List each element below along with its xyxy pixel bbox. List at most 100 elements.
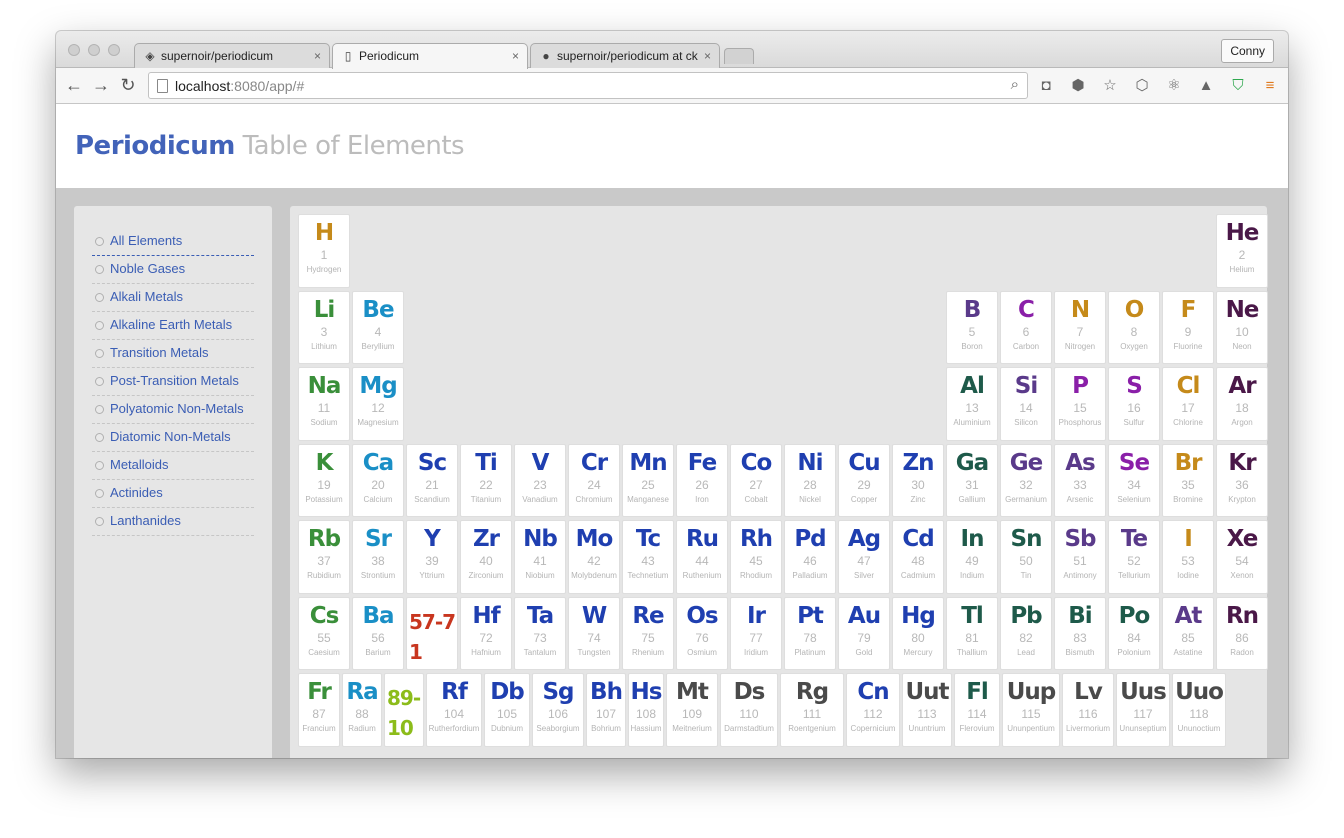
element-cell-p[interactable]: P 15 Phosphorus [1054, 367, 1106, 441]
radio-icon[interactable] [95, 489, 104, 498]
element-cell-cu[interactable]: Cu 29 Copper [838, 443, 890, 517]
element-cell-v[interactable]: V 23 Vanadium [514, 443, 566, 517]
element-cell-k[interactable]: K 19 Potassium [298, 443, 350, 517]
element-cell-mg[interactable]: Mg 12 Magnesium [352, 367, 404, 441]
element-cell-o[interactable]: O 8 Oxygen [1108, 290, 1160, 364]
element-cell-w[interactable]: W 74 Tungsten [568, 596, 620, 670]
sidebar-item-metalloids[interactable]: Metalloids [92, 452, 254, 480]
close-tab-icon[interactable]: × [314, 49, 321, 63]
zoom-window-button[interactable] [108, 44, 120, 56]
sidebar-item-post-transition-metals[interactable]: Post-Transition Metals [92, 368, 254, 396]
element-cell-si[interactable]: Si 14 Silicon [1000, 367, 1052, 441]
element-cell-po[interactable]: Po 84 Polonium [1108, 596, 1160, 670]
forward-arrow-icon[interactable]: → [89, 74, 113, 98]
element-cell-f[interactable]: F 9 Fluorine [1162, 290, 1214, 364]
browser-tab-active[interactable]: ▯ Periodicum × [332, 43, 528, 69]
element-cell-ra[interactable]: Ra 88 Radium [342, 673, 382, 747]
element-cell-ta[interactable]: Ta 73 Tantalum [514, 596, 566, 670]
element-cell-cl[interactable]: Cl 17 Chlorine [1162, 367, 1214, 441]
search-icon[interactable]: ⌕ [1011, 76, 1019, 93]
drive-icon[interactable]: ▲ [1196, 76, 1216, 96]
element-cell-sn[interactable]: Sn 50 Tin [1000, 520, 1052, 594]
element-cell-sb[interactable]: Sb 51 Antimony [1054, 520, 1106, 594]
element-cell-ti[interactable]: Ti 22 Titanium [460, 443, 512, 517]
element-cell-bi[interactable]: Bi 83 Bismuth [1054, 596, 1106, 670]
element-cell-na[interactable]: Na 11 Sodium [298, 367, 350, 441]
close-tab-icon[interactable]: × [512, 49, 519, 63]
element-cell-re[interactable]: Re 75 Rhenium [622, 596, 674, 670]
radio-icon[interactable] [95, 461, 104, 470]
element-cell-s[interactable]: S 16 Sulfur [1108, 367, 1160, 441]
element-cell-b[interactable]: B 5 Boron [946, 290, 998, 364]
radio-icon[interactable] [95, 377, 104, 386]
element-cell-ds[interactable]: Ds 110 Darmstadtium [720, 673, 778, 747]
element-cell-cs[interactable]: Cs 55 Caesium [298, 596, 350, 670]
element-cell-te[interactable]: Te 52 Tellurium [1108, 520, 1160, 594]
element-cell-as[interactable]: As 33 Arsenic [1054, 443, 1106, 517]
element-cell-cd[interactable]: Cd 48 Cadmium [892, 520, 944, 594]
element-cell-os[interactable]: Os 76 Osmium [676, 596, 728, 670]
element-cell-at[interactable]: At 85 Astatine [1162, 596, 1214, 670]
element-cell-tl[interactable]: Tl 81 Thallium [946, 596, 998, 670]
radio-icon[interactable] [95, 405, 104, 414]
element-cell-ga[interactable]: Ga 31 Gallium [946, 443, 998, 517]
radio-icon[interactable] [95, 293, 104, 302]
element-cell-ir[interactable]: Ir 77 Iridium [730, 596, 782, 670]
element-cell-be[interactable]: Be 4 Beryllium [352, 290, 404, 364]
element-cell-co[interactable]: Co 27 Cobalt [730, 443, 782, 517]
element-cell-he[interactable]: He 2 Helium [1216, 214, 1268, 288]
sidebar-item-noble-gases[interactable]: Noble Gases [92, 256, 254, 284]
element-cell-au[interactable]: Au 79 Gold [838, 596, 890, 670]
element-cell-rh[interactable]: Rh 45 Rhodium [730, 520, 782, 594]
element-cell-ar[interactable]: Ar 18 Argon [1216, 367, 1268, 441]
element-cell-lv[interactable]: Lv 116 Livermorium [1062, 673, 1114, 747]
element-range-cell[interactable]: 57-71 [406, 596, 458, 670]
element-cell-ni[interactable]: Ni 28 Nickel [784, 443, 836, 517]
element-cell-y[interactable]: Y 39 Yttrium [406, 520, 458, 594]
radio-icon[interactable] [95, 433, 104, 442]
element-cell-n[interactable]: N 7 Nitrogen [1054, 290, 1106, 364]
element-cell-hs[interactable]: Hs 108 Hassium [628, 673, 664, 747]
sidebar-item-alkali-metals[interactable]: Alkali Metals [92, 284, 254, 312]
element-cell-xe[interactable]: Xe 54 Xenon [1216, 520, 1268, 594]
element-cell-ag[interactable]: Ag 47 Silver [838, 520, 890, 594]
element-cell-mn[interactable]: Mn 25 Manganese [622, 443, 674, 517]
sidebar-item-all-elements[interactable]: All Elements [92, 228, 254, 256]
element-cell-db[interactable]: Db 105 Dubnium [484, 673, 530, 747]
element-cell-ne[interactable]: Ne 10 Neon [1216, 290, 1268, 364]
browser-tab[interactable]: ● supernoir/periodicum at ck × [530, 43, 720, 69]
url-text[interactable]: localhost:8080/app/# [175, 78, 304, 94]
element-cell-li[interactable]: Li 3 Lithium [298, 290, 350, 364]
reload-icon[interactable]: ↻ [116, 74, 140, 98]
element-cell-pb[interactable]: Pb 82 Lead [1000, 596, 1052, 670]
element-cell-tc[interactable]: Tc 43 Technetium [622, 520, 674, 594]
element-cell-kr[interactable]: Kr 36 Krypton [1216, 443, 1268, 517]
element-cell-br[interactable]: Br 35 Bromine [1162, 443, 1214, 517]
minimize-window-button[interactable] [88, 44, 100, 56]
element-cell-uut[interactable]: Uut 113 Ununtrium [902, 673, 952, 747]
vue-shield-icon[interactable]: ⛉ [1228, 76, 1248, 96]
element-cell-in[interactable]: In 49 Indium [946, 520, 998, 594]
close-window-button[interactable] [68, 44, 80, 56]
radio-icon[interactable] [95, 349, 104, 358]
element-cell-sg[interactable]: Sg 106 Seaborgium [532, 673, 584, 747]
element-cell-i[interactable]: I 53 Iodine [1162, 520, 1214, 594]
react-devtools-icon[interactable]: ⚛ [1164, 76, 1184, 96]
sidebar-item-diatomic-non-metals[interactable]: Diatomic Non-Metals [92, 424, 254, 452]
bookmark-star-icon[interactable]: ☆ [1100, 76, 1120, 96]
sidebar-item-lanthanides[interactable]: Lanthanides [92, 508, 254, 536]
address-bar[interactable]: localhost:8080/app/# ⌕ [148, 72, 1028, 99]
element-cell-fe[interactable]: Fe 26 Iron [676, 443, 728, 517]
element-cell-pt[interactable]: Pt 78 Platinum [784, 596, 836, 670]
element-cell-rb[interactable]: Rb 37 Rubidium [298, 520, 350, 594]
element-cell-rn[interactable]: Rn 86 Radon [1216, 596, 1268, 670]
profile-button[interactable]: Conny [1221, 39, 1274, 63]
angular-icon[interactable]: ⬡ [1132, 76, 1152, 96]
element-cell-hg[interactable]: Hg 80 Mercury [892, 596, 944, 670]
element-cell-zn[interactable]: Zn 30 Zinc [892, 443, 944, 517]
element-cell-ca[interactable]: Ca 20 Calcium [352, 443, 404, 517]
element-cell-zr[interactable]: Zr 40 Zirconium [460, 520, 512, 594]
angular-shield-icon[interactable]: ⬢ [1068, 76, 1088, 96]
radio-icon[interactable] [95, 237, 104, 246]
radio-icon[interactable] [95, 265, 104, 274]
